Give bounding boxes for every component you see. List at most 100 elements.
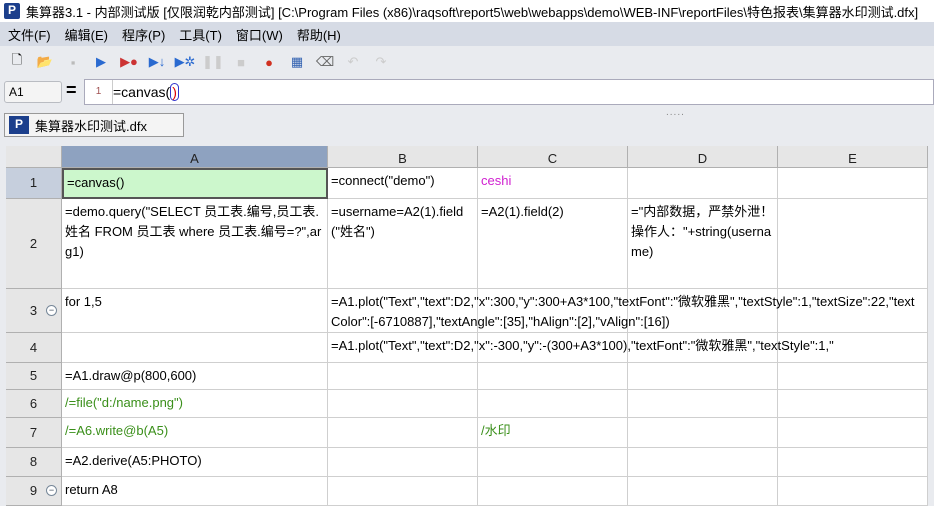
row-number: 7 bbox=[29, 424, 38, 440]
cell-A8[interactable]: =A2.derive(A5:PHOTO) bbox=[62, 448, 328, 477]
cell-text: =A1.plot("Text","text":D2,"x":-300,"y":-… bbox=[331, 338, 834, 353]
column-header-B[interactable]: B bbox=[328, 146, 478, 168]
step-cursor-icon[interactable]: ▶✲ bbox=[175, 53, 196, 71]
file-logo-icon: P bbox=[9, 116, 29, 134]
cell-D7[interactable] bbox=[628, 418, 778, 448]
menu-file[interactable]: 文件(F) bbox=[8, 25, 51, 44]
line-number: 1 bbox=[85, 80, 113, 104]
row-header-5[interactable]: 5 bbox=[6, 363, 62, 390]
cell-A9[interactable]: return A8 bbox=[62, 477, 328, 506]
cell-A3[interactable]: for 1,5 bbox=[62, 289, 328, 333]
pause-icon[interactable]: ❚❚ bbox=[202, 53, 224, 71]
cell-C9[interactable] bbox=[478, 477, 628, 506]
cell-D1[interactable] bbox=[628, 168, 778, 199]
cell-A2[interactable]: =demo.query("SELECT 员工表.编号,员工表.姓名 FROM 员… bbox=[62, 199, 328, 289]
cell-D9[interactable] bbox=[628, 477, 778, 506]
cell-E6[interactable] bbox=[778, 390, 928, 418]
equals-sign: = bbox=[66, 80, 77, 100]
cell-C1[interactable]: ceshi bbox=[478, 168, 628, 199]
formula-text: =canvas( bbox=[113, 84, 171, 100]
row-header-8[interactable]: 8 bbox=[6, 448, 62, 477]
row-header-4[interactable]: 4 bbox=[6, 333, 62, 363]
row-number: 4 bbox=[29, 339, 38, 355]
cell-A7[interactable]: /=A6.write@b(A5) bbox=[62, 418, 328, 448]
cell-name-box[interactable]: A1 bbox=[4, 81, 62, 103]
collapse-icon[interactable]: − bbox=[46, 485, 57, 496]
row-number: 2 bbox=[29, 235, 38, 251]
cell-B7[interactable] bbox=[328, 418, 478, 448]
row-header-7[interactable]: 7 bbox=[6, 418, 62, 448]
cell-B5[interactable] bbox=[328, 363, 478, 390]
cell-E5[interactable] bbox=[778, 363, 928, 390]
cell-D6[interactable] bbox=[628, 390, 778, 418]
cell-D2[interactable]: ="内部数据，严禁外泄！操作人："+string(username) bbox=[628, 199, 778, 289]
menu-help[interactable]: 帮助(H) bbox=[297, 25, 341, 44]
column-header-E[interactable]: E bbox=[778, 146, 928, 168]
column-header-D[interactable]: D bbox=[628, 146, 778, 168]
column-header-C[interactable]: C bbox=[478, 146, 628, 168]
window-title: 集算器3.1 - 内部测试版 [仅限润乾内部测试] [C:\Program Fi… bbox=[26, 4, 919, 20]
cell-E7[interactable] bbox=[778, 418, 928, 448]
cell-D8[interactable] bbox=[628, 448, 778, 477]
collapse-icon[interactable]: − bbox=[46, 304, 57, 316]
undo-icon[interactable]: ↶ bbox=[344, 53, 362, 71]
cell-text: =A1.plot("Text","text":D2,"x":300,"y":30… bbox=[331, 294, 915, 329]
cell-B1[interactable]: =connect("demo") bbox=[328, 168, 478, 199]
file-tab[interactable]: P 集算器水印测试.dfx bbox=[4, 113, 184, 137]
menu-bar: 文件(F) 编辑(E) 程序(P) 工具(T) 窗口(W) 帮助(H) bbox=[0, 22, 934, 46]
run-to-breakpoint-icon[interactable]: ▶● bbox=[120, 53, 138, 71]
redo-icon[interactable]: ↷ bbox=[372, 53, 390, 71]
row-number: 6 bbox=[29, 395, 38, 411]
cell-E8[interactable] bbox=[778, 448, 928, 477]
cell-A5[interactable]: =A1.draw@p(800,600) bbox=[62, 363, 328, 390]
cell-E1[interactable] bbox=[778, 168, 928, 199]
row-header-3[interactable]: 3− bbox=[6, 289, 62, 333]
row-header-1[interactable]: 1 bbox=[6, 168, 62, 199]
row-header-2[interactable]: 2 bbox=[6, 199, 62, 289]
row-number: 1 bbox=[29, 175, 38, 190]
cell-C7[interactable]: /水印 bbox=[478, 418, 628, 448]
cell-A1[interactable]: =canvas() bbox=[62, 168, 328, 199]
step-icon[interactable]: ▶↓ bbox=[148, 53, 166, 71]
row-number: 5 bbox=[29, 368, 38, 383]
menu-program[interactable]: 程序(P) bbox=[122, 25, 165, 44]
menu-edit[interactable]: 编辑(E) bbox=[65, 25, 108, 44]
run-icon[interactable]: ▶ bbox=[92, 53, 110, 71]
calculator-icon[interactable]: ▦ bbox=[288, 53, 306, 71]
eraser-icon[interactable]: ⌫ bbox=[316, 53, 334, 71]
cell-C2[interactable]: =A2(1).field(2) bbox=[478, 199, 628, 289]
open-folder-icon[interactable]: 📂 bbox=[36, 53, 54, 71]
cell-C8[interactable] bbox=[478, 448, 628, 477]
splitter-grip[interactable]: ..... bbox=[666, 107, 685, 118]
row-header-6[interactable]: 6 bbox=[6, 390, 62, 418]
menu-window[interactable]: 窗口(W) bbox=[236, 25, 283, 44]
cell-E2[interactable] bbox=[778, 199, 928, 289]
formula-bar: A1 = 1 =canvas() bbox=[0, 78, 934, 106]
cell-B9[interactable] bbox=[328, 477, 478, 506]
cell-A4[interactable] bbox=[62, 333, 328, 363]
title-bar: P 集算器3.1 - 内部测试版 [仅限润乾内部测试] [C:\Program … bbox=[0, 0, 934, 22]
cell-B2[interactable]: =username=A2(1).field("姓名") bbox=[328, 199, 478, 289]
cell-B6[interactable] bbox=[328, 390, 478, 418]
cell-D5[interactable] bbox=[628, 363, 778, 390]
column-header-A[interactable]: A bbox=[62, 146, 328, 168]
formula-editor[interactable]: 1 =canvas() bbox=[84, 79, 934, 105]
new-file-icon[interactable]: 🗋 bbox=[8, 52, 26, 71]
spreadsheet-grid: A B C D E 1 =canvas() =connect("demo") ceshi 2 =de… bbox=[0, 142, 934, 506]
breakpoint-icon[interactable]: ● bbox=[260, 53, 278, 71]
cell-C5[interactable] bbox=[478, 363, 628, 390]
save-icon[interactable]: ▪ bbox=[64, 53, 82, 71]
cell-E9[interactable] bbox=[778, 477, 928, 506]
cell-B4[interactable]: =A1.plot("Text","text":D2,"x":-300,"y":-… bbox=[328, 333, 834, 363]
row-header-9[interactable]: 9− bbox=[6, 477, 62, 506]
cell-B3[interactable]: =A1.plot("Text","text":D2,"x":300,"y":30… bbox=[328, 289, 915, 333]
row-number: 3 bbox=[29, 302, 38, 318]
cell-B8[interactable] bbox=[328, 448, 478, 477]
row-number: 9 bbox=[29, 483, 38, 498]
menu-tools[interactable]: 工具(T) bbox=[179, 25, 222, 44]
corner-header[interactable] bbox=[6, 146, 62, 168]
cell-A6[interactable]: /=file("d:/name.png") bbox=[62, 390, 328, 418]
row-number: 8 bbox=[29, 454, 38, 469]
stop-icon[interactable]: ■ bbox=[232, 53, 250, 71]
cell-C6[interactable] bbox=[478, 390, 628, 418]
